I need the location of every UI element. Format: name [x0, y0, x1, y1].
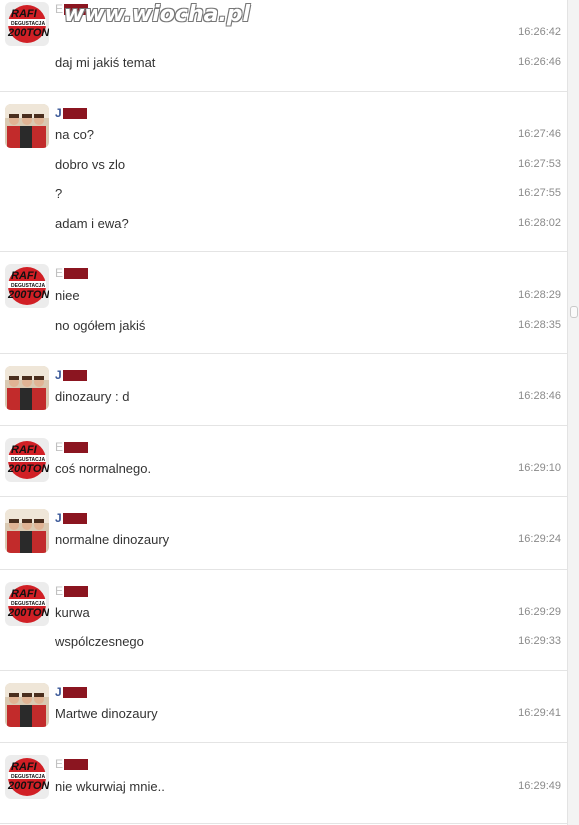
scrollbar-thumb[interactable]: [570, 306, 578, 318]
message-text: kurwa: [55, 605, 90, 620]
message-group: RAFI DEGUSTACJA 200TON Ekurwa 16:29:29 wspólc…: [0, 570, 568, 671]
message-group: J Martwe dinozaury 16:29:41: [0, 671, 568, 743]
sender-name[interactable]: E: [55, 584, 89, 598]
message-timestamp: 16:26:46: [518, 56, 561, 68]
redacted-name: [64, 441, 89, 453]
svg-text:200TON: 200TON: [7, 463, 49, 475]
avatar-photo[interactable]: [5, 683, 49, 727]
message-timestamp: 16:29:41: [518, 707, 561, 719]
sender-initial: E: [55, 584, 64, 598]
sender-initial: J: [55, 511, 62, 525]
message-timestamp: 16:28:29: [518, 289, 561, 301]
message-group: RAFI DEGUSTACJA 200TON Eniee 16:28:29 no ogół…: [0, 252, 568, 354]
svg-text:RAFI: RAFI: [11, 270, 38, 282]
message-text: no ogółem jakiś: [55, 318, 146, 333]
svg-text:200TON: 200TON: [7, 780, 49, 792]
redacted-name: [62, 369, 87, 381]
message-timestamp: 16:28:46: [518, 390, 561, 402]
sender-name[interactable]: J: [55, 686, 87, 698]
message-group: Jdinozaury : d 16:28:46: [0, 354, 568, 426]
message-timestamp: 16:26:42: [518, 26, 561, 38]
message-text: adam i ewa?: [55, 216, 129, 231]
message-timestamp: 16:27:46: [518, 128, 561, 140]
message-timestamp: 16:28:35: [518, 319, 561, 331]
sender-name[interactable]: E: [55, 2, 89, 16]
redacted-name: [64, 758, 89, 770]
message-text: Martwe dinozaury: [55, 706, 158, 721]
message-timestamp: 16:29:29: [518, 606, 561, 618]
redacted-name: [64, 585, 89, 597]
message-text: ?: [55, 186, 63, 201]
sender-initial: J: [55, 106, 62, 120]
sender-name[interactable]: J: [55, 369, 87, 381]
message-text: daj mi jakiś temat: [55, 55, 156, 70]
message-text: wspólczesnego: [55, 634, 144, 649]
message-group: RAFI DEGUSTACJA 200TON Enie wkurwiaj mnie..…: [0, 743, 568, 824]
avatar-photo[interactable]: [5, 104, 49, 148]
message-timestamp: 16:29:10: [518, 462, 561, 474]
svg-text:RAFI: RAFI: [11, 444, 38, 456]
avatar-logo[interactable]: RAFI DEGUSTACJA 200TON: [5, 2, 49, 46]
message-group: RAFI DEGUSTACJA 200TON Ecoś normalnego. 16:2…: [0, 426, 568, 497]
avatar-logo[interactable]: RAFI DEGUSTACJA 200TON: [5, 438, 49, 482]
message-timestamp: 16:29:49: [518, 780, 561, 792]
sender-initial: E: [55, 266, 64, 280]
avatar-logo[interactable]: RAFI DEGUSTACJA 200TON: [5, 755, 49, 799]
message-timestamp: 16:29:33: [518, 635, 561, 647]
svg-text:200TON: 200TON: [7, 27, 49, 39]
redacted-name: [64, 3, 89, 15]
chat-history: RAFI DEGUSTACJA 200TON E 16:26:42 daj mi jaki…: [0, 0, 568, 825]
sender-initial: E: [55, 440, 64, 454]
avatar-logo[interactable]: RAFI DEGUSTACJA 200TON: [5, 264, 49, 308]
redacted-name: [62, 512, 87, 524]
sender-name[interactable]: E: [55, 757, 89, 771]
svg-text:RAFI: RAFI: [11, 8, 38, 20]
redacted-name: [64, 267, 89, 279]
sender-initial: E: [55, 2, 64, 16]
vertical-scrollbar[interactable]: [567, 0, 579, 825]
message-timestamp: 16:27:53: [518, 158, 561, 170]
message-text: dinozaury : d: [55, 389, 130, 404]
message-text: nie wkurwiaj mnie..: [55, 779, 165, 794]
svg-text:200TON: 200TON: [7, 289, 49, 301]
message-group: RAFI DEGUSTACJA 200TON E 16:26:42 daj mi jaki…: [0, 0, 568, 92]
sender-name[interactable]: J: [55, 107, 87, 119]
message-timestamp: 16:29:24: [518, 533, 561, 545]
message-text: niee: [55, 288, 80, 303]
message-timestamp: 16:27:55: [518, 187, 561, 199]
message-text: normalne dinozaury: [55, 532, 170, 547]
sender-name[interactable]: E: [55, 266, 89, 280]
message-text: na co?: [55, 127, 95, 142]
sender-initial: J: [55, 368, 62, 382]
message-text: dobro vs zlo: [55, 157, 126, 172]
redacted-name: [62, 107, 87, 119]
sender-name[interactable]: E: [55, 440, 89, 454]
message-group: Jna co? 16:27:46 dobro vs zlo 16:27:53? 16:2…: [0, 92, 568, 252]
sender-initial: E: [55, 757, 64, 771]
svg-text:200TON: 200TON: [7, 607, 49, 619]
avatar-photo[interactable]: [5, 366, 49, 410]
avatar-logo[interactable]: RAFI DEGUSTACJA 200TON: [5, 582, 49, 626]
svg-text:RAFI: RAFI: [11, 761, 38, 773]
message-timestamp: 16:28:02: [518, 217, 561, 229]
redacted-name: [62, 686, 87, 698]
svg-text:RAFI: RAFI: [11, 588, 38, 600]
sender-name[interactable]: J: [55, 512, 87, 524]
sender-initial: J: [55, 685, 62, 699]
message-text: coś normalnego.: [55, 461, 152, 476]
avatar-photo[interactable]: [5, 509, 49, 553]
message-group: Jnormalne dinozaury 16:29:24: [0, 497, 568, 570]
